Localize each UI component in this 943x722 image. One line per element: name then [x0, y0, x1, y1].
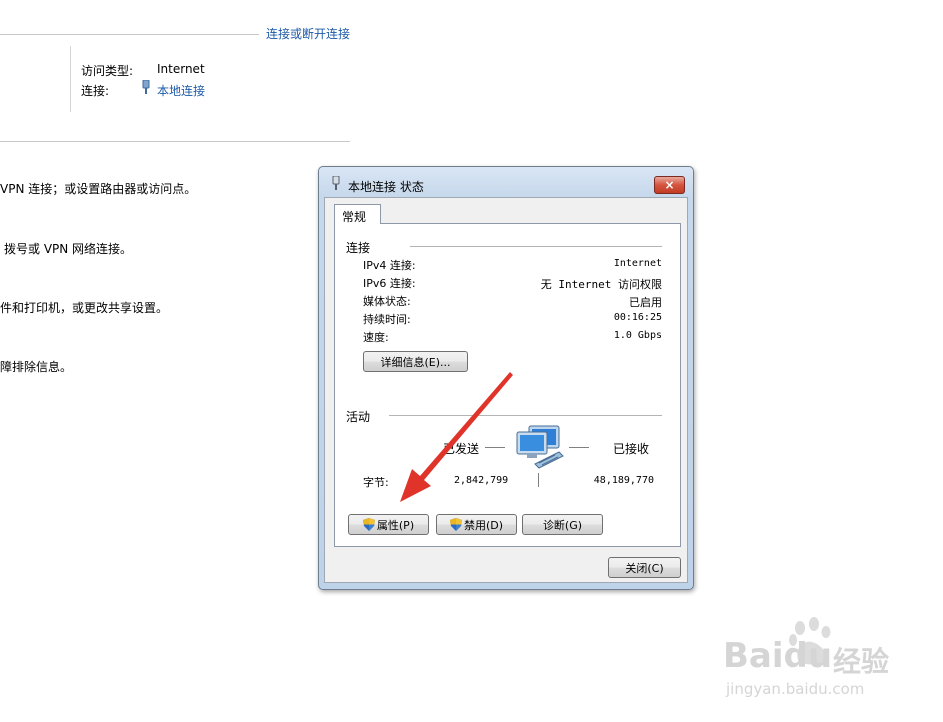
close-window-button[interactable]: ×	[654, 176, 685, 194]
media-state-label: 媒体状态:	[363, 295, 411, 308]
connection-group-title: 连接	[346, 241, 371, 255]
activity-group-title: 活动	[346, 410, 371, 424]
close-button[interactable]: 关闭(C)	[608, 557, 681, 578]
bytes-label: 字节:	[363, 476, 389, 489]
top-divider	[0, 34, 259, 35]
access-type-label: 访问类型:	[81, 64, 134, 78]
dialog-title: 本地连接 状态	[348, 180, 424, 194]
ipv6-value: 无 Internet 访问权限	[540, 278, 662, 291]
network-computers-icon	[515, 424, 567, 475]
task-description: 件和打印机，或更改共享设置。	[0, 301, 169, 315]
ipv4-label: IPv4 连接:	[363, 259, 416, 272]
connections-label: 连接:	[81, 84, 110, 98]
local-connection-link[interactable]: 本地连接	[157, 82, 205, 99]
diagnose-button[interactable]: 诊断(G)	[522, 514, 603, 535]
properties-button-label: 属性(P)	[376, 518, 415, 532]
task-description: VPN 连接；或设置路由器或访问点。	[0, 182, 197, 196]
duration-label: 持续时间:	[363, 313, 411, 326]
section-divider	[0, 141, 350, 142]
disable-button[interactable]: 禁用(D)	[436, 514, 517, 535]
network-adapter-icon	[141, 79, 151, 97]
watermark-url: jingyan.baidu.com	[726, 680, 865, 698]
info-divider	[70, 46, 71, 112]
received-label: 已接收	[613, 442, 650, 456]
ipv4-value: Internet	[613, 258, 662, 269]
properties-button[interactable]: 属性(P)	[348, 514, 429, 535]
uac-shield-icon	[449, 518, 462, 531]
speed-value: 1.0 Gbps	[613, 330, 662, 341]
network-adapter-icon	[331, 175, 341, 193]
access-type-value: Internet	[157, 62, 205, 76]
task-description: 拨号或 VPN 网络连接。	[4, 242, 133, 256]
media-state-value: 已启用	[629, 296, 662, 309]
watermark-brand-cn: 经验	[833, 645, 890, 678]
task-description: 障排除信息。	[0, 360, 73, 374]
activity-tick	[538, 473, 539, 487]
annotation-arrow	[400, 372, 513, 502]
tab-general[interactable]: 常规	[334, 204, 381, 224]
dialog-titlebar[interactable]: 本地连接 状态 ×	[319, 167, 693, 197]
duration-value: 00:16:25	[613, 312, 662, 323]
close-icon: ×	[664, 178, 675, 192]
speed-label: 速度:	[363, 331, 389, 344]
uac-shield-icon	[362, 518, 375, 531]
watermark-brand: Baidu	[723, 636, 833, 676]
received-line	[569, 447, 589, 448]
bytes-received-value: 48,189,770	[593, 475, 654, 486]
disable-button-label: 禁用(D)	[463, 518, 504, 532]
connect-disconnect-link[interactable]: 连接或断开连接	[266, 25, 350, 42]
ipv6-label: IPv6 连接:	[363, 277, 416, 290]
connection-group-line	[410, 246, 662, 247]
